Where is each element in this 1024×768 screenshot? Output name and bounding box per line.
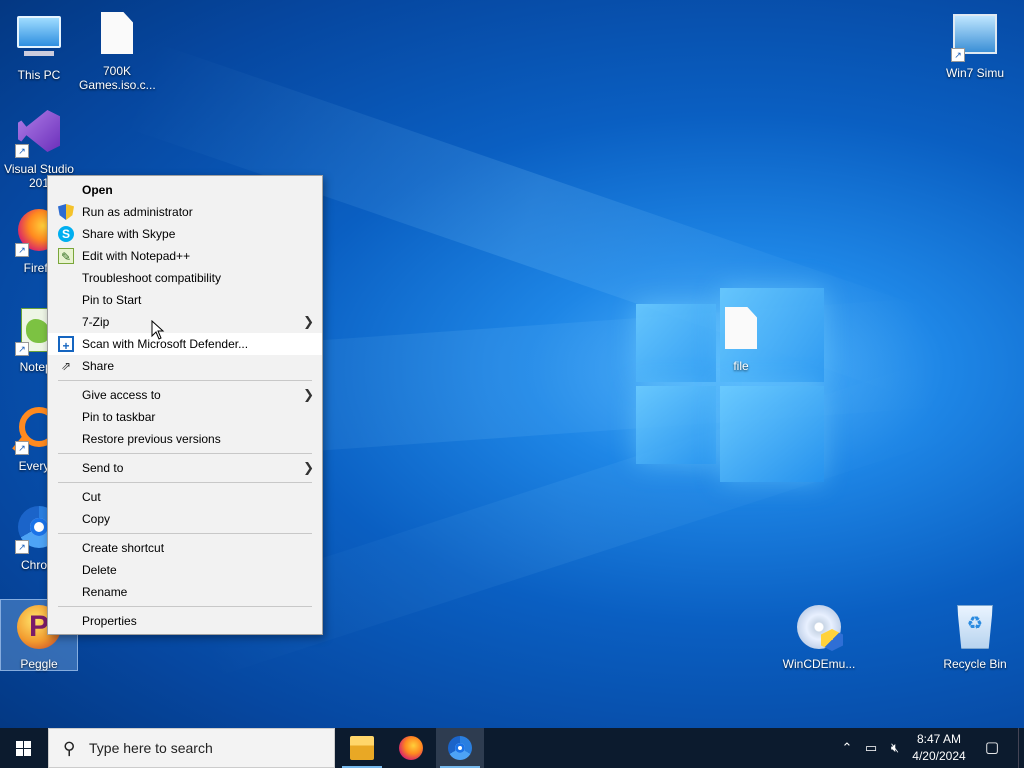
menu-item-label: Pin to taskbar [82, 410, 156, 424]
menu-item-share-with-skype[interactable]: S Share with Skype [48, 223, 322, 245]
menu-item-label: Open [82, 183, 113, 197]
menu-item-give-access-to[interactable]: Give access to ❯ [48, 384, 322, 406]
menu-item-label: Properties [82, 614, 137, 628]
menu-item-7-zip[interactable]: 7-Zip ❯ [48, 311, 322, 333]
menu-item-label: 7-Zip [82, 315, 110, 329]
taskbar-app-firefox[interactable] [387, 728, 435, 768]
menu-item-label: Cut [82, 490, 101, 504]
desktop-icon-label: This PC [17, 68, 61, 82]
notification-icon[interactable]: ▢ [980, 728, 1004, 768]
chevron-right-icon: ❯ [303, 387, 314, 402]
context-menu: Open Run as administrator S Share with S… [47, 175, 323, 635]
menu-item-rename[interactable]: Rename [48, 581, 322, 603]
start-button[interactable] [0, 728, 48, 768]
show-desktop-button[interactable] [1018, 728, 1024, 768]
desktop-icon-label: WinCDEmu... [782, 657, 856, 671]
menu-item-create-shortcut[interactable]: Create shortcut [48, 537, 322, 559]
desktop-icon-recycle-bin[interactable]: Recycle Bin [937, 603, 1013, 671]
menu-item-scan-with-defender[interactable]: + Scan with Microsoft Defender... [48, 333, 322, 355]
menu-item-cut[interactable]: Cut [48, 486, 322, 508]
menu-separator [58, 482, 312, 483]
desktop-icon-label: Win7 Simu [945, 66, 1004, 80]
desktop-icon-file[interactable]: file [703, 305, 779, 373]
menu-item-label: Run as administrator [82, 205, 193, 219]
shortcut-arrow-icon: ↗ [15, 540, 29, 554]
menu-item-properties[interactable]: Properties [48, 610, 322, 632]
menu-item-label: Scan with Microsoft Defender... [82, 337, 249, 351]
menu-separator [58, 606, 312, 607]
menu-item-pin-to-taskbar[interactable]: Pin to taskbar [48, 406, 322, 428]
network-icon[interactable]: ▭ [860, 728, 882, 768]
menu-item-label: Pin to Start [82, 293, 142, 307]
search-placeholder: Type here to search [89, 740, 213, 756]
menu-item-share[interactable]: ⇗ Share [48, 355, 322, 377]
skype-icon: S [58, 226, 74, 242]
menu-item-label: Delete [82, 563, 117, 577]
taskbar: ⚲ Type here to search ⌃ ▭ 🔇︎ 8:47 AM 4/2… [0, 728, 1024, 768]
menu-item-open[interactable]: Open [48, 179, 322, 201]
desktop-icon-wincdemu[interactable]: WinCDEmu... [781, 603, 857, 671]
taskbar-app-chrome[interactable] [436, 728, 484, 768]
menu-item-label: Edit with Notepad++ [82, 249, 191, 263]
taskbar-clock[interactable]: 8:47 AM 4/20/2024 [906, 731, 972, 765]
menu-item-label: Share [82, 359, 115, 373]
visual-studio-icon: ↗ [15, 110, 63, 158]
taskbar-app-file-explorer[interactable] [338, 728, 386, 768]
shortcut-arrow-icon: ↗ [15, 144, 29, 158]
menu-item-restore-previous-versions[interactable]: Restore previous versions [48, 428, 322, 450]
menu-item-copy[interactable]: Copy [48, 508, 322, 530]
chevron-right-icon: ❯ [303, 460, 314, 475]
menu-separator [58, 380, 312, 381]
menu-item-send-to[interactable]: Send to ❯ [48, 457, 322, 479]
firefox-icon [399, 736, 423, 760]
shortcut-arrow-icon: ↗ [15, 342, 29, 356]
recycle-bin-icon [951, 605, 999, 653]
shortcut-arrow-icon: ↗ [15, 441, 29, 455]
desktop-icon-label: Peggle [20, 657, 58, 671]
menu-item-edit-with-notepad-plus-plus[interactable]: ✎ Edit with Notepad++ [48, 245, 322, 267]
chevron-right-icon: ❯ [303, 314, 314, 329]
chrome-icon [448, 736, 472, 760]
search-icon: ⚲ [63, 739, 76, 758]
menu-item-label: Copy [82, 512, 111, 526]
desktop-icon-win7-simu[interactable]: ↗ Win7 Simu [937, 10, 1013, 80]
menu-item-label: Send to [82, 461, 124, 475]
menu-item-label: Rename [82, 585, 128, 599]
menu-item-pin-to-start[interactable]: Pin to Start [48, 289, 322, 311]
menu-separator [58, 453, 312, 454]
clock-date: 4/20/2024 [912, 749, 966, 763]
menu-item-run-as-administrator[interactable]: Run as administrator [48, 201, 322, 223]
menu-item-label: Troubleshoot compatibility [82, 271, 221, 285]
menu-item-troubleshoot-compatibility[interactable]: Troubleshoot compatibility [48, 267, 322, 289]
menu-item-delete[interactable]: Delete [48, 559, 322, 581]
defender-icon: + [58, 336, 74, 353]
file-explorer-icon [350, 736, 374, 760]
desktop[interactable]: This PC 700K Games.iso.c... ↗ Visual Stu… [0, 0, 1024, 728]
menu-item-label: Share with Skype [82, 227, 176, 241]
chevron-up-icon[interactable]: ⌃ [838, 728, 856, 768]
clock-time: 8:47 AM [916, 732, 962, 746]
taskbar-search-box[interactable]: ⚲ Type here to search [48, 728, 335, 768]
share-icon: ⇗ [60, 359, 72, 373]
desktop-icon-label: Recycle Bin [943, 657, 1007, 671]
uac-shield-icon [58, 204, 74, 220]
notepad-plus-plus-icon: ✎ [58, 248, 74, 264]
this-pc-icon [15, 16, 63, 64]
volume-muted-icon[interactable]: 🔇︎ [884, 728, 906, 768]
menu-item-label: Restore previous versions [82, 432, 221, 446]
menu-item-label: Create shortcut [82, 541, 165, 555]
desktop-icon-label: file [733, 359, 749, 373]
menu-item-label: Give access to [82, 388, 161, 402]
menu-separator [58, 533, 312, 534]
shortcut-arrow-icon: ↗ [951, 48, 965, 62]
file-icon [93, 12, 141, 60]
desktop-icon-label: 700K Games.iso.c... [79, 64, 156, 92]
desktop-icon-this-pc[interactable]: This PC [1, 10, 77, 82]
windows-logo-icon [16, 741, 32, 756]
shortcut-arrow-icon: ↗ [15, 243, 29, 257]
file-icon [717, 307, 765, 355]
win7-simulator-icon: ↗ [951, 14, 999, 62]
desktop-icon-700k-games-iso[interactable]: 700K Games.iso.c... [79, 10, 156, 92]
wincdemu-icon [795, 605, 843, 653]
